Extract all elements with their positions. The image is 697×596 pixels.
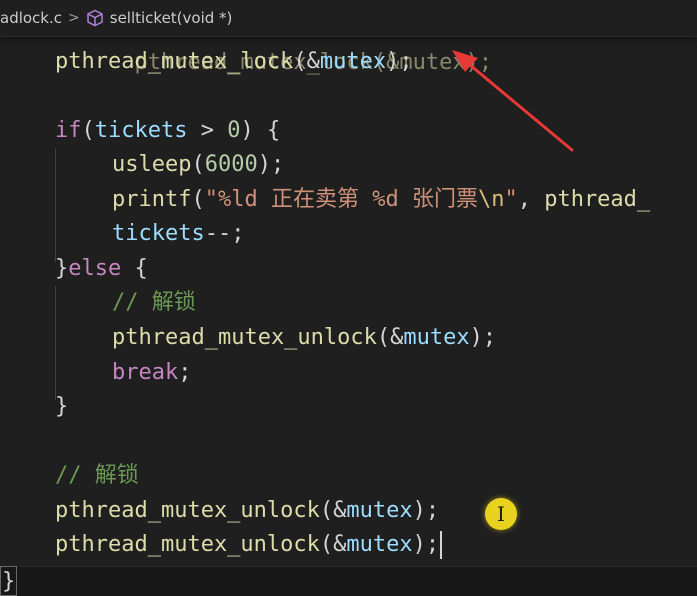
code-line-printf: printf("%ld 正在卖第 %d 张门票\n", pthread_ [112, 183, 650, 217]
code-token: else [68, 256, 122, 281]
code-token: ; [178, 360, 192, 385]
code-token: printf [112, 187, 192, 212]
code-token: // 解锁 [55, 463, 139, 488]
code-line-usleep: usleep(6000); [112, 148, 284, 182]
code-line-else: }else { [55, 252, 148, 286]
code-line-unlock-active: pthread_mutex_unlock(&mutex); [55, 528, 443, 562]
code-token: usleep [112, 152, 192, 177]
code-token: " [504, 187, 518, 212]
code-line-unlock: pthread_mutex_unlock(&mutex); [112, 321, 496, 355]
code-token: ( [319, 498, 334, 523]
code-token: pthread_mutex_lock [55, 49, 294, 74]
text-cursor-icon: I [497, 502, 505, 526]
text-caret [440, 531, 443, 559]
code-token: tickets [94, 118, 188, 143]
code-token: tickets [112, 221, 205, 246]
code-token: & [333, 498, 347, 523]
code-token: ( [319, 532, 334, 557]
code-line-comment: // 解锁 [55, 459, 139, 493]
code-token: mutex [403, 325, 470, 350]
breadcrumb-symbol[interactable]: sellticket(void *) [110, 9, 233, 27]
code-token: ( [191, 152, 205, 177]
closing-brace: } [0, 566, 18, 596]
code-token: ); [469, 325, 497, 350]
code-area[interactable]: pthread_mutex_lock(&mutex); pthread_mute… [0, 0, 697, 596]
code-token: { [121, 256, 148, 281]
breadcrumb-separator: > [68, 10, 80, 26]
code-token: & [390, 325, 404, 350]
code-token: if [55, 118, 82, 143]
code-line-unlock: pthread_mutex_unlock(&mutex); [55, 494, 439, 528]
code-token: break [112, 360, 179, 385]
code-line-break: break; [112, 356, 191, 390]
breadcrumb-file[interactable]: adlock.c [0, 9, 62, 27]
code-token: \n [477, 187, 505, 212]
code-token: & [333, 532, 347, 557]
sticky-scroll-footer [0, 566, 697, 596]
code-token: ); [257, 152, 285, 177]
code-token: ( [191, 187, 205, 212]
code-token: ); [412, 532, 440, 557]
code-token: & [306, 49, 320, 74]
method-cube-icon [86, 9, 104, 27]
code-token: "%ld 正在卖第 %d 张门票 [204, 187, 478, 212]
code-token: 6000 [204, 152, 258, 177]
code-line-if: if(tickets > 0) { [55, 114, 280, 148]
code-token: > [187, 118, 228, 143]
code-token: ); [386, 49, 413, 74]
code-token: mutex [346, 498, 413, 523]
code-token: mutex [319, 49, 387, 74]
code-token: pthread_mutex_unlock [55, 532, 320, 557]
code-token: ) { [240, 118, 281, 143]
code-token: pthread_ [544, 187, 651, 212]
code-line-decrement: tickets--; [112, 217, 244, 251]
code-token: mutex [346, 532, 413, 557]
breadcrumb: adlock.c > sellticket(void *) [0, 0, 697, 37]
code-token: pthread_mutex_unlock [112, 325, 377, 350]
code-token: } [55, 394, 69, 419]
code-token: 0 [227, 118, 241, 143]
code-token: ( [376, 325, 391, 350]
code-editor[interactable]: pthread_mutex_lock(&mutex); pthread_mute… [0, 0, 697, 596]
mouse-cursor-highlight: I [485, 498, 517, 530]
code-token: ( [81, 118, 95, 143]
code-token: pthread_mutex_unlock [55, 498, 320, 523]
code-token: ( [293, 49, 307, 74]
code-token: } [55, 256, 69, 281]
code-token: , [517, 187, 545, 212]
code-token: ); [412, 498, 440, 523]
code-line-comment: // 解锁 [112, 286, 196, 320]
code-token: // 解锁 [112, 290, 196, 315]
code-token: --; [204, 221, 245, 246]
code-line-close-brace: } [55, 390, 68, 424]
code-line-lock: pthread_mutex_lock(&mutex); [55, 45, 413, 79]
